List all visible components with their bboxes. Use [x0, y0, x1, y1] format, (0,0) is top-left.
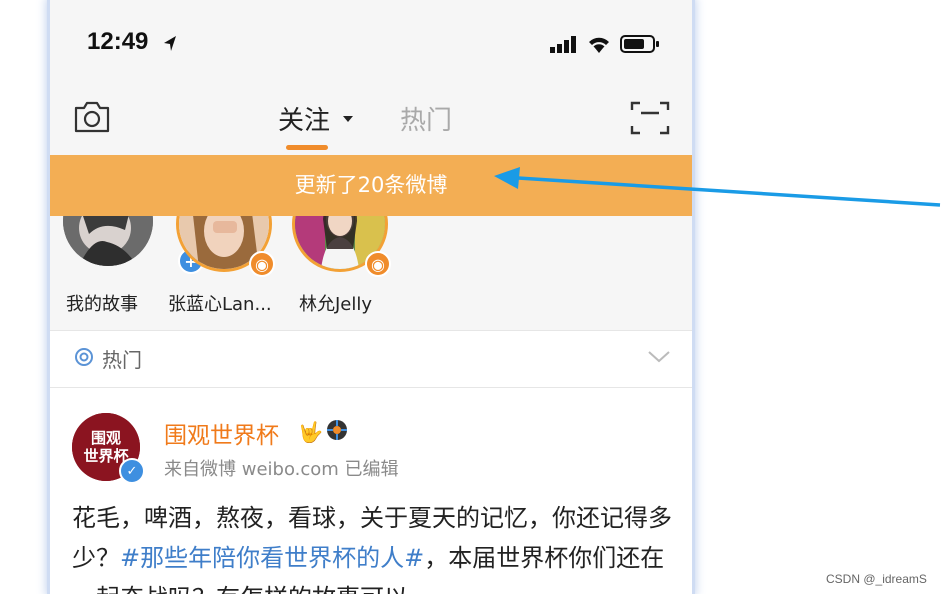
annotation-arrow-icon — [494, 167, 941, 207]
